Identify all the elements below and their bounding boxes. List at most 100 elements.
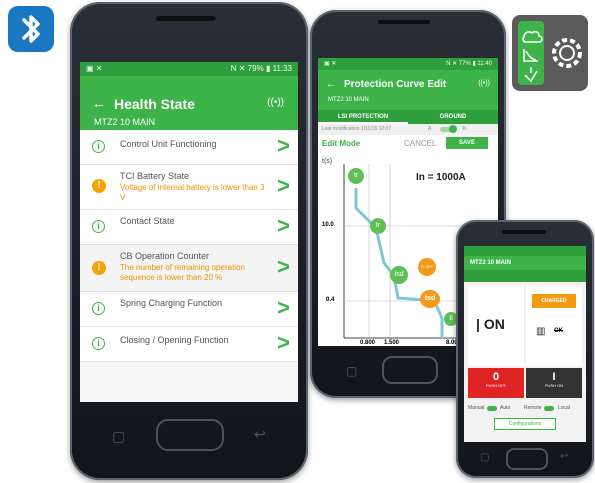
x-tick: 1.500	[384, 340, 400, 346]
item-label: Control Unit Functioning	[120, 139, 217, 149]
status-bar: ▣ ✕ N ✕ 79% ▮ 11:33	[80, 62, 298, 76]
ok-label: OK	[554, 328, 563, 334]
list-item-contact-state[interactable]: i Contact State >	[80, 210, 298, 245]
list-item-closing[interactable]: i Closing / Opening Function >	[80, 327, 298, 362]
device-name: MTZ2 10 MAIN	[94, 117, 156, 127]
list-empty-area	[80, 362, 298, 402]
tab-lsi-protection[interactable]: LSI PROTECTION	[318, 110, 408, 124]
home-button[interactable]	[506, 448, 548, 470]
recent-apps-icon[interactable]: ▢	[346, 364, 357, 378]
chevron-right-icon: >	[277, 254, 290, 279]
last-modification: Last modification 1/11/16 12:07	[322, 126, 392, 132]
info-icon: i	[92, 302, 105, 315]
tsd-handle[interactable]: tsd	[420, 290, 440, 308]
configurations-button[interactable]: Configurations	[494, 418, 556, 430]
edit-toolbar: Edit Mode CANCEL SAVE	[318, 135, 498, 153]
device-title: MTZ2 10 MAIN	[464, 256, 586, 270]
recent-apps-icon[interactable]: ▢	[480, 452, 489, 463]
y-tick: 0.4	[326, 297, 335, 303]
chevron-right-icon: >	[277, 330, 290, 355]
status-left: ▣ ✕	[86, 64, 103, 73]
i2t-toggle[interactable]: I²t OFF	[418, 258, 436, 276]
screen: MTZ2 10 MAIN | ON CHARGED ▥ OK 0 PUSH OF…	[464, 246, 586, 442]
charged-badge: CHARGED	[532, 294, 576, 308]
gear-icon	[552, 38, 582, 68]
bluetooth-icon	[22, 15, 40, 43]
save-button[interactable]: SAVE	[446, 137, 488, 149]
last-modification-bar: Last modification 1/11/16 12:07 A %	[318, 124, 498, 135]
status-bar: ▣ ✕ N ✕ 77% ▮ 11:40	[318, 58, 498, 70]
cancel-button[interactable]: CANCEL	[404, 139, 436, 148]
list-item-spring[interactable]: i Spring Charging Function >	[80, 292, 298, 327]
remote-label: Remote	[524, 405, 542, 411]
warning-icon: !	[92, 179, 106, 193]
unit-a-label: A	[428, 126, 432, 132]
recent-apps-icon[interactable]: ▢	[112, 428, 125, 445]
back-icon[interactable]: ↩	[254, 426, 266, 443]
wireless-icon: ((•))	[478, 80, 490, 87]
home-button[interactable]	[382, 356, 438, 384]
item-label: TCI Battery State	[120, 171, 190, 181]
push-off-label: PUSH OFF	[485, 383, 507, 388]
speaker-grille	[156, 16, 216, 21]
item-warning: The number of remaining operation sequen…	[120, 263, 245, 282]
push-on-value: I	[552, 371, 556, 383]
status-bar	[464, 246, 586, 256]
push-off-button[interactable]: 0 PUSH OFF	[468, 368, 524, 398]
app-bar: ← Health State ((•)) MTZ2 10 MAIN	[80, 76, 298, 130]
bluetooth-badge	[8, 6, 54, 52]
mode-switches: Manual Auto Remote Local	[468, 404, 584, 414]
curve-icon	[523, 49, 538, 62]
app-bar: ← Protection Curve Edit ((•)) MTZ2 10 MA…	[318, 70, 498, 110]
remote-local-toggle[interactable]	[544, 406, 554, 411]
item-label: Closing / Opening Function	[120, 335, 229, 345]
item-label: Contact State	[120, 216, 175, 226]
state-tile: | ON	[468, 286, 524, 366]
back-arrow-icon[interactable]: ←	[326, 79, 336, 90]
auto-label: Auto	[500, 405, 511, 411]
item-label: Spring Charging Function	[120, 298, 223, 308]
state-indicator: | ON	[476, 316, 505, 332]
back-icon[interactable]: ↩	[560, 451, 568, 462]
chevron-right-icon: >	[277, 213, 290, 238]
home-button[interactable]	[156, 419, 224, 451]
page-title: Protection Curve Edit	[344, 79, 447, 90]
status-right: N ✕ 79% ▮ 11:33	[230, 64, 292, 73]
info-icon: i	[92, 140, 105, 153]
tr-handle[interactable]: tr	[370, 218, 386, 234]
phone-health-state: ▣ ✕ N ✕ 79% ▮ 11:33 ← Health State ((•))…	[70, 2, 308, 480]
ir-handle[interactable]: Ir	[348, 168, 364, 184]
list-item-control-unit[interactable]: i Control Unit Functioning >	[80, 130, 298, 165]
push-off-value: 0	[492, 371, 500, 383]
speaker-grille	[502, 230, 546, 234]
chevron-right-icon: >	[277, 295, 290, 320]
manual-auto-toggle[interactable]	[487, 406, 497, 411]
cloud-icon	[522, 30, 543, 43]
state-label: ON	[483, 316, 505, 332]
unit-toggle-knob	[449, 125, 457, 133]
wireless-icon: ((•))	[267, 97, 284, 108]
item-warning: Voltage of internal battery is lower tha…	[120, 183, 265, 202]
edit-mode-label: Edit Mode	[322, 139, 361, 148]
spring-icon: ▥	[536, 326, 546, 337]
local-label: Local	[558, 405, 570, 411]
screen: ▣ ✕ N ✕ 79% ▮ 11:33 ← Health State ((•))…	[80, 62, 298, 402]
page-title: Health State	[114, 96, 195, 112]
app-icon	[512, 15, 588, 91]
tab-ground[interactable]: GROUND	[408, 110, 498, 124]
app-icon-glyphs	[522, 30, 582, 83]
unit-percent-label: %	[462, 126, 467, 132]
charge-tile: CHARGED ▥ OK	[526, 286, 582, 366]
phone-breaker-control: MTZ2 10 MAIN | ON CHARGED ▥ OK 0 PUSH OF…	[456, 220, 594, 478]
item-label: CB Operation Counter	[120, 251, 210, 261]
back-arrow-icon[interactable]: ←	[92, 95, 106, 111]
breaker-icon	[524, 67, 538, 83]
list-item-cb-counter[interactable]: ! CB Operation Counter The number of rem…	[80, 245, 298, 292]
isd-handle[interactable]: Isd	[390, 266, 408, 284]
info-icon: i	[92, 220, 105, 233]
push-on-button[interactable]: I PUSH ON	[526, 368, 582, 398]
info-icon: i	[92, 337, 105, 350]
device-name: MTZ2 10 MAIN	[328, 97, 369, 103]
y-tick: 10.0	[322, 222, 334, 228]
list-item-battery[interactable]: ! TCI Battery State Voltage of internal …	[80, 165, 298, 210]
